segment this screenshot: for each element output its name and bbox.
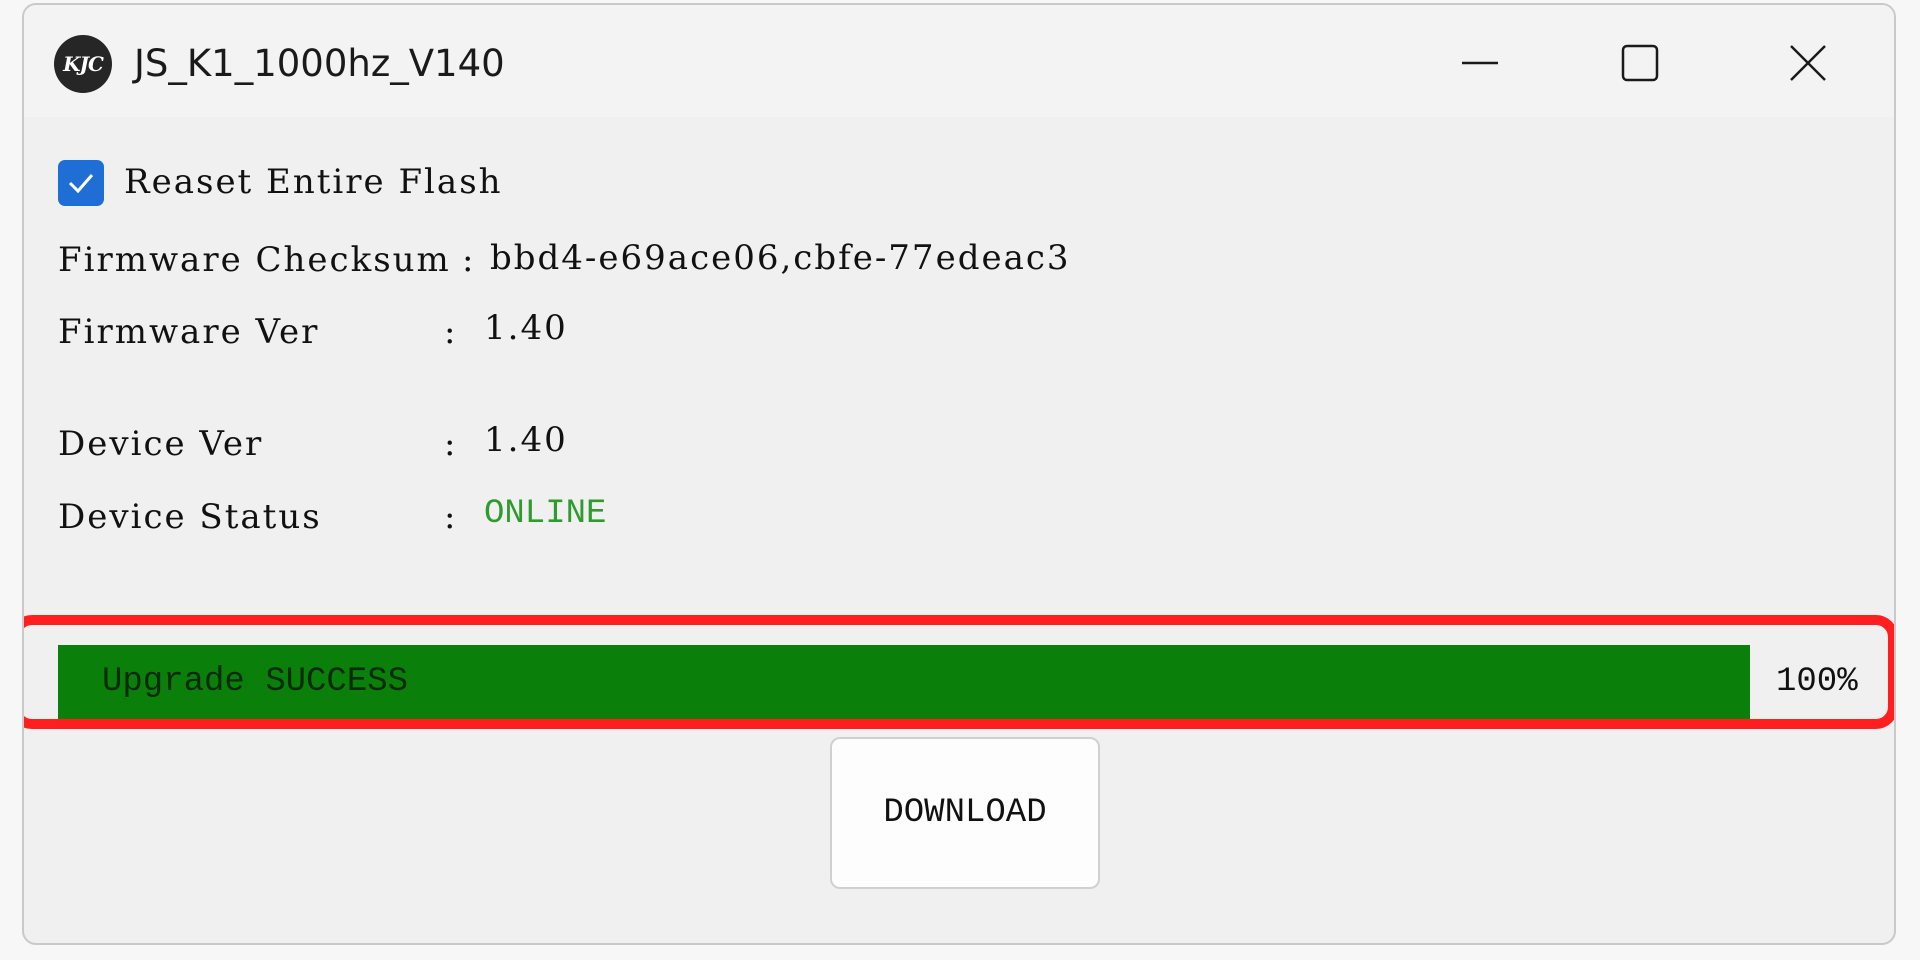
firmware-checksum-label: Firmware Checksum bbox=[58, 240, 451, 280]
reset-flash-checkbox[interactable] bbox=[58, 160, 104, 206]
progress-status-text: Upgrade SUCCESS bbox=[102, 663, 409, 701]
download-button[interactable]: DOWNLOAD bbox=[830, 737, 1100, 889]
device-status-separator: : bbox=[444, 497, 458, 537]
maximize-icon bbox=[1621, 44, 1659, 82]
close-button[interactable] bbox=[1748, 15, 1868, 111]
device-ver-label: Device Ver bbox=[58, 424, 264, 464]
firmware-ver-label: Firmware Ver bbox=[58, 312, 320, 352]
progress-percent: 100% bbox=[1776, 663, 1858, 701]
app-window: KJC JS_K1_1000hz_V140 Reaset Entire Flas… bbox=[22, 3, 1896, 945]
reset-flash-label[interactable]: Reaset Entire Flash bbox=[124, 157, 503, 207]
device-ver-separator: : bbox=[444, 424, 458, 464]
checkmark-icon bbox=[68, 174, 94, 194]
firmware-ver-separator: : bbox=[444, 312, 458, 352]
minimize-button[interactable] bbox=[1420, 15, 1540, 111]
minimize-icon bbox=[1462, 61, 1498, 65]
maximize-button[interactable] bbox=[1580, 15, 1700, 111]
firmware-checksum-value: bbd4-e69ace06,cbfe-77edeac3 bbox=[490, 238, 1071, 278]
device-status-value: ONLINE bbox=[484, 495, 607, 533]
upgrade-progress-bar: Upgrade SUCCESS bbox=[58, 645, 1750, 719]
close-icon bbox=[1790, 45, 1826, 81]
device-status-label: Device Status bbox=[58, 497, 322, 537]
window-title: JS_K1_1000hz_V140 bbox=[134, 42, 505, 85]
app-logo: KJC bbox=[54, 35, 112, 93]
checksum-separator: : bbox=[462, 240, 476, 280]
firmware-ver-value: 1.40 bbox=[484, 308, 568, 348]
title-bar[interactable]: KJC JS_K1_1000hz_V140 bbox=[24, 5, 1894, 117]
main-panel: Reaset Entire Flash Firmware Checksum : … bbox=[24, 117, 1894, 943]
device-ver-value: 1.40 bbox=[484, 420, 568, 460]
